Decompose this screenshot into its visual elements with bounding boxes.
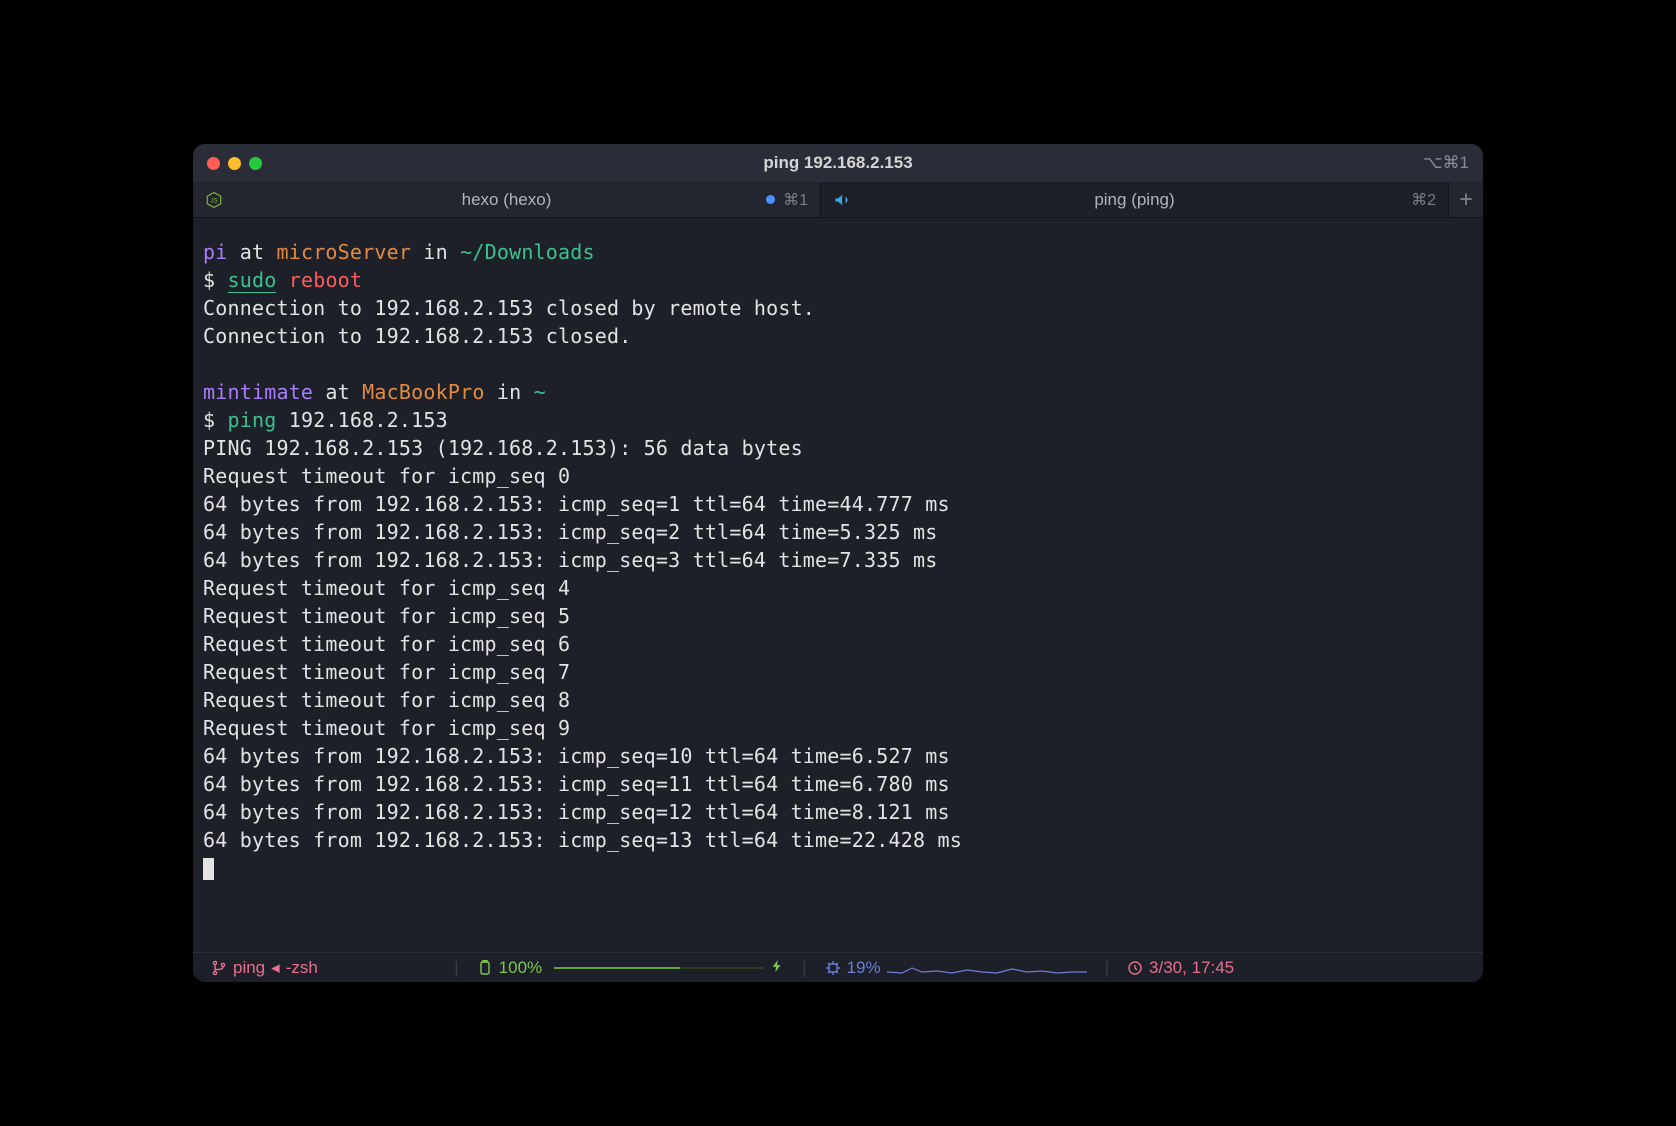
window-title: ping 192.168.2.153	[763, 153, 912, 173]
cpu-icon	[825, 960, 841, 976]
output-line: 64 bytes from 192.168.2.153: icmp_seq=1 …	[203, 490, 1473, 518]
battery-value: 100%	[499, 958, 542, 978]
command-line: $ ping 192.168.2.153	[203, 406, 1473, 434]
terminal-output[interactable]: pi at microServer in ~/Downloads $ sudo …	[193, 218, 1483, 952]
separator: |	[1101, 958, 1113, 978]
battery-graph	[554, 967, 764, 969]
status-battery: 100%	[469, 958, 792, 978]
cmd-sudo: sudo	[228, 268, 277, 293]
prompt-path: ~/Downloads	[460, 240, 595, 264]
tab-shortcut: ⌘1	[783, 190, 808, 210]
tab-ping[interactable]: ping (ping) ⌘2	[821, 182, 1449, 217]
process-name: ping	[233, 958, 265, 978]
output-line: Request timeout for icmp_seq 9	[203, 714, 1473, 742]
bolt-icon	[770, 958, 784, 978]
output-line: 64 bytes from 192.168.2.153: icmp_seq=10…	[203, 742, 1473, 770]
status-datetime: 3/30, 17:45	[1119, 958, 1242, 978]
command-line: $ sudo reboot	[203, 266, 1473, 294]
tabbar: JS hexo (hexo) ⌘1 ping (ping) ⌘2	[193, 182, 1483, 218]
separator: |	[450, 958, 462, 978]
shell-name: -zsh	[286, 958, 318, 978]
window-shortcut: ⌥⌘1	[1423, 153, 1469, 173]
prompt-host: microServer	[276, 240, 411, 264]
cpu-graph	[887, 960, 1087, 976]
traffic-lights	[207, 157, 262, 170]
prompt-user: pi	[203, 240, 227, 264]
tab-shortcut: ⌘2	[1411, 190, 1436, 210]
cursor	[203, 858, 214, 880]
tab-label: hexo (hexo)	[462, 190, 552, 210]
terminal-window: ping 192.168.2.153 ⌥⌘1 JS hexo (hexo) ⌘1	[193, 144, 1483, 982]
output-line: Request timeout for icmp_seq 6	[203, 630, 1473, 658]
nodejs-icon: JS	[205, 191, 223, 209]
datetime-value: 3/30, 17:45	[1149, 958, 1234, 978]
prompt-path: ~	[534, 380, 546, 404]
tab-label: ping (ping)	[1094, 190, 1174, 210]
clock-icon	[1127, 960, 1143, 976]
titlebar: ping 192.168.2.153 ⌥⌘1	[193, 144, 1483, 182]
prompt-host: MacBookPro	[362, 380, 484, 404]
svg-text:JS: JS	[210, 198, 217, 204]
output-line: Request timeout for icmp_seq 5	[203, 602, 1473, 630]
close-button[interactable]	[207, 157, 220, 170]
output-line: Request timeout for icmp_seq 7	[203, 658, 1473, 686]
status-process: ping ◂ -zsh	[203, 958, 326, 978]
output-line: Request timeout for icmp_seq 8	[203, 686, 1473, 714]
status-cpu: 19%	[817, 958, 1095, 978]
caret-icon: ◂	[271, 958, 280, 978]
cmd-ping: ping	[228, 408, 277, 432]
prompt-line: mintimate at MacBookPro in ~	[203, 378, 1473, 406]
statusbar: ping ◂ -zsh | 100% |	[193, 952, 1483, 982]
output-line: Connection to 192.168.2.153 closed.	[203, 322, 1473, 350]
separator: |	[798, 958, 810, 978]
branch-icon	[211, 960, 227, 976]
output-line: 64 bytes from 192.168.2.153: icmp_seq=2 …	[203, 518, 1473, 546]
prompt-user: mintimate	[203, 380, 313, 404]
output-line: 64 bytes from 192.168.2.153: icmp_seq=12…	[203, 798, 1473, 826]
tab-hexo[interactable]: JS hexo (hexo) ⌘1	[193, 182, 821, 217]
megaphone-icon	[833, 190, 853, 210]
cmd-arg: 192.168.2.153	[289, 408, 448, 432]
cpu-value: 19%	[847, 958, 881, 978]
maximize-button[interactable]	[249, 157, 262, 170]
new-tab-button[interactable]: +	[1449, 182, 1483, 217]
output-line: Request timeout for icmp_seq 4	[203, 574, 1473, 602]
minimize-button[interactable]	[228, 157, 241, 170]
output-line: PING 192.168.2.153 (192.168.2.153): 56 d…	[203, 434, 1473, 462]
output-line: 64 bytes from 192.168.2.153: icmp_seq=11…	[203, 770, 1473, 798]
cmd-reboot: reboot	[289, 268, 362, 292]
output-line: 64 bytes from 192.168.2.153: icmp_seq=3 …	[203, 546, 1473, 574]
output-line: Request timeout for icmp_seq 0	[203, 462, 1473, 490]
output-line: 64 bytes from 192.168.2.153: icmp_seq=13…	[203, 826, 1473, 854]
prompt-line: pi at microServer in ~/Downloads	[203, 238, 1473, 266]
activity-dot-icon	[766, 195, 775, 204]
battery-icon	[477, 960, 493, 976]
output-line: Connection to 192.168.2.153 closed by re…	[203, 294, 1473, 322]
